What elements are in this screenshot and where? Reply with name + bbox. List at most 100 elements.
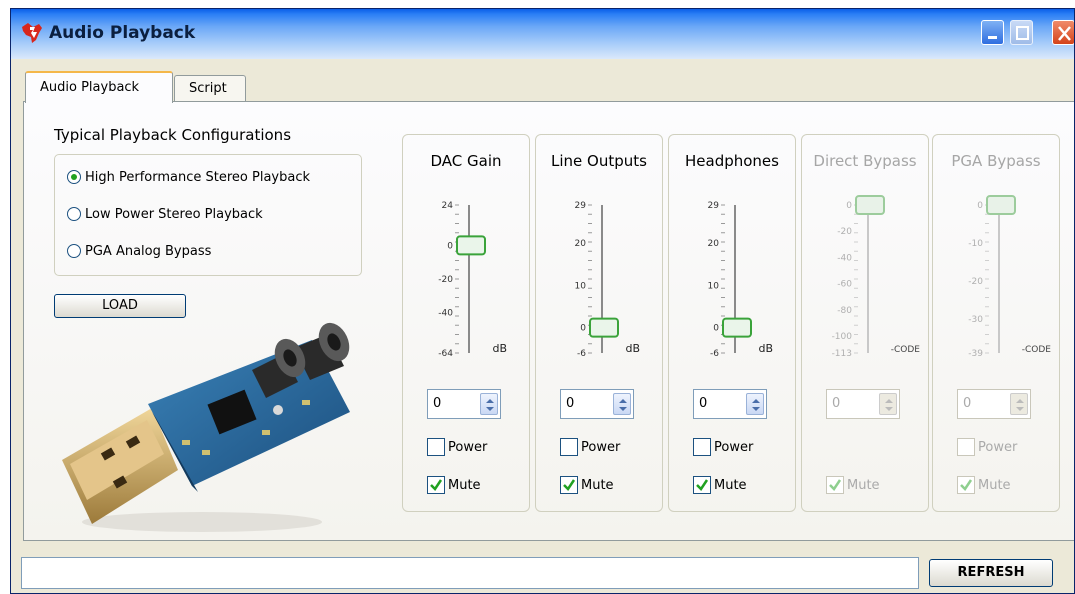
pga-bypass-power-checkbox[interactable]: Power <box>957 437 1017 457</box>
radio-button[interactable] <box>67 170 81 184</box>
direct-bypass-slider[interactable]: 0 -20 -40 -60 -80 -100 -113 -CODE <box>802 195 930 375</box>
line-outputs-slider[interactable]: 29 20 10 0 -6 dB <box>536 195 664 375</box>
slider-tick-label: 10 <box>708 281 720 291</box>
checkbox[interactable] <box>826 476 844 494</box>
checkbox-label: Power <box>581 439 621 455</box>
spin-arrows-icon[interactable] <box>879 393 897 415</box>
radio-high-performance[interactable]: High Performance Stereo Playback <box>67 166 310 188</box>
dac-gain-slider[interactable]: 24 0 -20 -40 -64 dB <box>403 195 531 375</box>
maximize-button[interactable] <box>1010 20 1033 45</box>
evm-board-image <box>62 322 350 532</box>
radio-button[interactable] <box>67 207 81 221</box>
checkmark-icon <box>696 479 709 491</box>
maximize-icon <box>1016 26 1029 40</box>
slider-tick-label: 0 <box>713 324 719 334</box>
refresh-button[interactable]: REFRESH <box>929 559 1053 587</box>
checkbox[interactable] <box>560 476 578 494</box>
status-field[interactable] <box>21 557 919 589</box>
slider-unit-label: dB <box>625 342 640 355</box>
line-outputs-spinbox[interactable]: 0 <box>560 389 634 419</box>
checkbox[interactable] <box>957 476 975 494</box>
pga-bypass-mute-checkbox[interactable]: Mute <box>957 475 1011 495</box>
slider-tick-label: -113 <box>832 349 852 359</box>
spinbox-value: 0 <box>963 396 972 411</box>
slider-unit-label: -CODE <box>1022 345 1052 355</box>
checkbox[interactable] <box>693 476 711 494</box>
slider-unit-label: dB <box>758 342 773 355</box>
direct-bypass-spinbox[interactable]: 0 <box>826 389 900 419</box>
config-section-title: Typical Playback Configurations <box>54 126 292 144</box>
radio-pga-bypass[interactable]: PGA Analog Bypass <box>67 240 211 262</box>
direct-bypass-group: Direct Bypass 0 -20 -40 -60 -80 -100 -113 -CODE 0… <box>801 134 929 512</box>
headphones-slider[interactable]: 29 20 10 0 -6 dB <box>669 195 797 375</box>
spin-arrows-icon[interactable] <box>613 393 631 415</box>
slider-thumb[interactable] <box>456 235 486 256</box>
slider-tick-label: -60 <box>837 280 852 290</box>
slider-thumb[interactable] <box>589 317 619 338</box>
slider-tick-label: 20 <box>708 239 720 249</box>
checkbox[interactable] <box>560 438 578 456</box>
checkbox[interactable] <box>957 438 975 456</box>
radio-button[interactable] <box>67 244 81 258</box>
audio-playback-panel: Typical Playback Configurations High Per… <box>23 101 1074 541</box>
config-options-group: High Performance Stereo Playback Low Pow… <box>54 154 362 276</box>
slider-tick-label: 0 <box>580 324 586 334</box>
checkmark-icon <box>563 479 576 491</box>
slider-thumb[interactable] <box>986 195 1016 215</box>
radio-label: PGA Analog Bypass <box>85 243 212 259</box>
line-outputs-power-checkbox[interactable]: Power <box>560 437 620 457</box>
window-title: Audio Playback <box>49 23 196 43</box>
minimize-button[interactable] <box>981 20 1004 45</box>
close-button[interactable] <box>1052 20 1074 45</box>
close-icon <box>1058 26 1071 41</box>
slider-tick-label: 10 <box>575 281 587 291</box>
radio-low-power[interactable]: Low Power Stereo Playback <box>67 203 263 225</box>
slider-tick-label: -20 <box>968 277 983 287</box>
dac-gain-mute-checkbox[interactable]: Mute <box>427 475 481 495</box>
radio-label: Low Power Stereo Playback <box>85 206 263 222</box>
slider-tick-label: 20 <box>575 239 587 249</box>
slider-tick-label: -100 <box>832 332 853 342</box>
slider-unit-label: -CODE <box>891 345 921 355</box>
minimize-icon <box>988 36 997 39</box>
pga-bypass-spinbox[interactable]: 0 <box>957 389 1031 419</box>
dac-gain-power-checkbox[interactable]: Power <box>427 437 487 457</box>
slider-tick-label: -80 <box>837 306 852 316</box>
slider-tick-label: 0 <box>977 201 983 211</box>
slider-tick-label: 0 <box>447 241 453 251</box>
slider-tick-label: -40 <box>438 309 453 319</box>
slider-tick-label: -39 <box>968 349 983 359</box>
slider-tick-label: 29 <box>708 201 720 211</box>
group-title: Line Outputs <box>551 152 647 170</box>
headphones-mute-checkbox[interactable]: Mute <box>693 475 747 495</box>
headphones-spinbox[interactable]: 0 <box>693 389 767 419</box>
checkbox-label: Power <box>714 439 754 455</box>
line-outputs-mute-checkbox[interactable]: Mute <box>560 475 614 495</box>
spin-arrows-icon[interactable] <box>746 393 764 415</box>
dac-gain-spinbox[interactable]: 0 <box>427 389 501 419</box>
spin-arrows-icon[interactable] <box>480 393 498 415</box>
group-title: Direct Bypass <box>813 152 917 170</box>
slider-thumb[interactable] <box>855 195 885 215</box>
tab-audio-playback[interactable]: Audio Playback <box>25 71 173 103</box>
checkbox[interactable] <box>427 438 445 456</box>
title-bar[interactable]: Audio Playback <box>11 9 1074 59</box>
pga-bypass-group: PGA Bypass 0 -10 -20 -30 -39 -CODE 0 Power Mute <box>932 134 1060 512</box>
slider-thumb[interactable] <box>722 317 752 338</box>
direct-bypass-mute-checkbox[interactable]: Mute <box>826 475 880 495</box>
group-title: PGA Bypass <box>951 152 1041 170</box>
tab-script[interactable]: Script <box>174 75 246 101</box>
checkbox-label: Mute <box>448 477 481 493</box>
checkbox-label: Power <box>978 439 1018 455</box>
slider-tick-label: -64 <box>438 349 453 359</box>
pga-bypass-slider[interactable]: 0 -10 -20 -30 -39 -CODE <box>933 195 1061 375</box>
ti-logo-icon <box>22 23 42 43</box>
headphones-group: Headphones 29 20 10 0 -6 dB 0 Power Mute <box>668 134 796 512</box>
checkbox-label: Mute <box>978 477 1011 493</box>
checkbox[interactable] <box>693 438 711 456</box>
checkbox[interactable] <box>427 476 445 494</box>
slider-tick-label: -6 <box>710 349 719 359</box>
headphones-power-checkbox[interactable]: Power <box>693 437 753 457</box>
spin-arrows-icon[interactable] <box>1010 393 1028 415</box>
checkmark-icon <box>829 479 842 491</box>
